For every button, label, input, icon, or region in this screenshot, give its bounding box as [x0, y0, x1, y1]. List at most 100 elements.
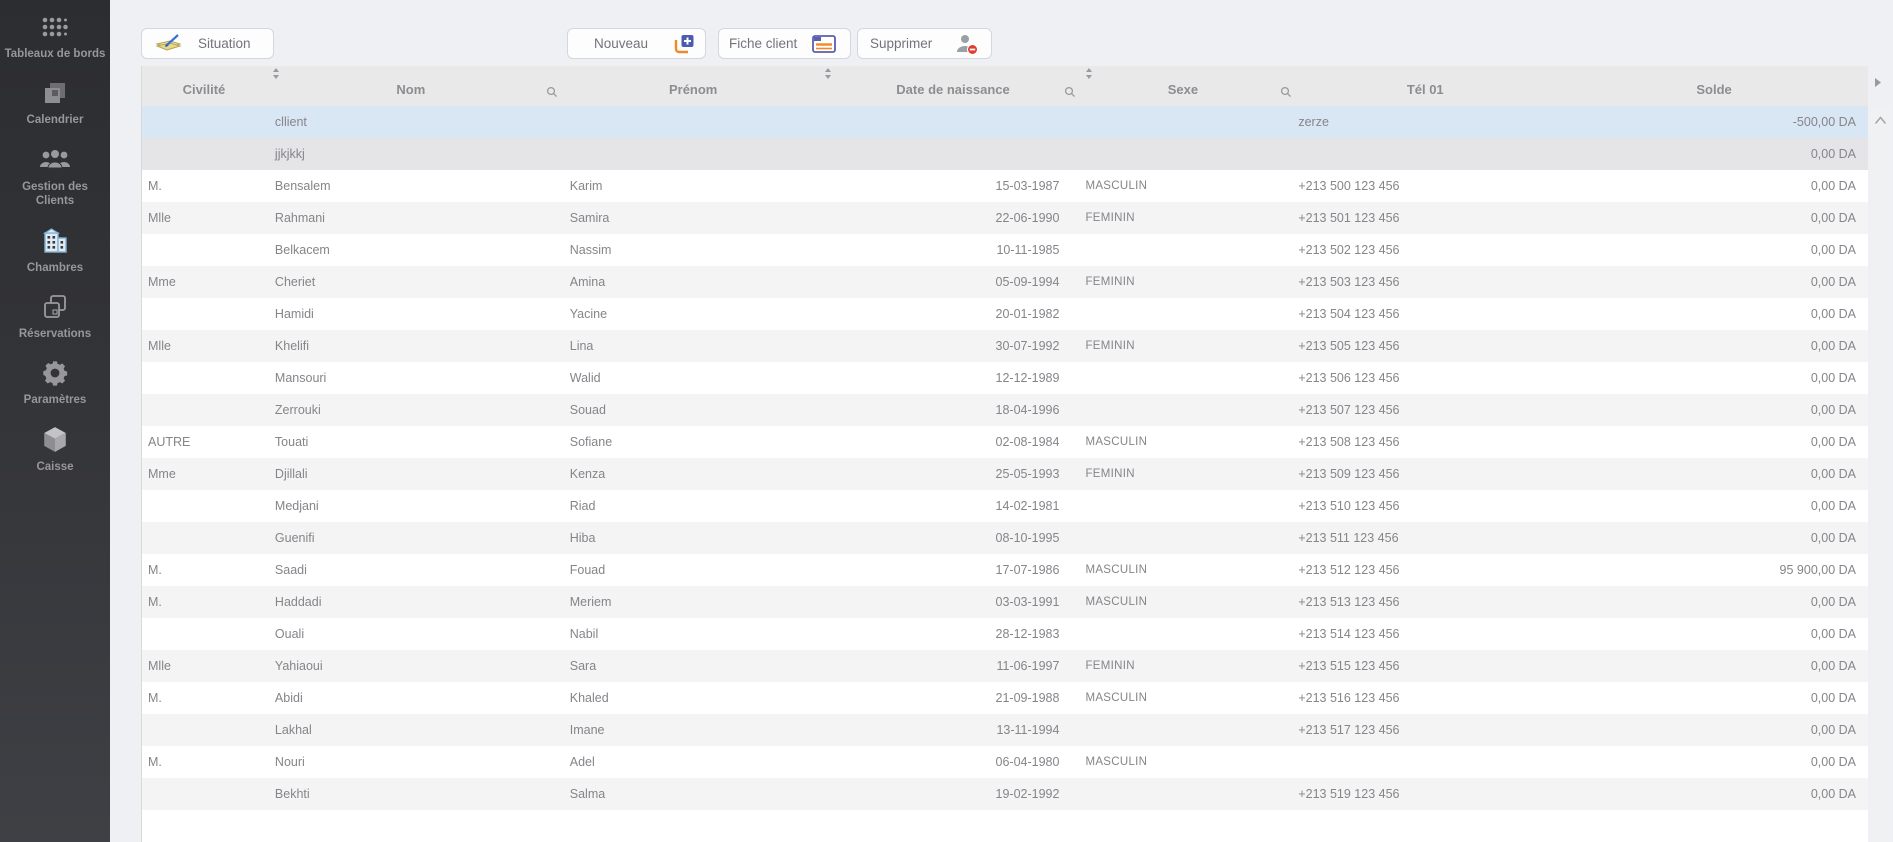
cell-naissance: 18-04-1996	[831, 394, 1076, 426]
cell-naissance: 25-05-1993	[831, 458, 1076, 490]
cell-sexe: FEMININ	[1075, 330, 1290, 362]
table-row[interactable]: M.NouriAdel06-04-1980MASCULIN0,00 DA	[142, 746, 1868, 778]
table-row[interactable]: AUTRETouatiSofiane02-08-1984MASCULIN+213…	[142, 426, 1868, 458]
remove-user-icon	[955, 33, 979, 55]
gear-icon	[41, 358, 69, 388]
cell-solde: 0,00 DA	[1560, 522, 1868, 554]
sidebar-item-reservations[interactable]: Réservations	[0, 292, 110, 341]
vertical-scrollbar[interactable]	[1870, 106, 1891, 842]
cell-tel	[1290, 138, 1560, 170]
filter-search-icon[interactable]	[546, 86, 558, 98]
filter-search-icon[interactable]	[1064, 86, 1076, 98]
cell-nom: Abidi	[266, 682, 556, 714]
table-row[interactable]: ZerroukiSouad18-04-1996+213 507 123 4560…	[142, 394, 1868, 426]
table-row[interactable]: M.HaddadiMeriem03-03-1991MASCULIN+213 51…	[142, 586, 1868, 618]
cell-naissance: 19-02-1992	[831, 778, 1076, 810]
cell-prenom: Riad	[556, 490, 831, 522]
table-row[interactable]: BekhtiSalma19-02-1992+213 519 123 4560,0…	[142, 778, 1868, 810]
cell-prenom	[556, 138, 831, 170]
column-header-prenom[interactable]: Prénom	[556, 66, 831, 106]
cell-sexe: MASCULIN	[1075, 586, 1290, 618]
cell-solde: 0,00 DA	[1560, 202, 1868, 234]
table-row[interactable]: MedjaniRiad14-02-1981+213 510 123 4560,0…	[142, 490, 1868, 522]
table-row[interactable]: MlleRahmaniSamira22-06-1990FEMININ+213 5…	[142, 202, 1868, 234]
cell-nom: Mansouri	[266, 362, 556, 394]
cell-nom: Touati	[266, 426, 556, 458]
cell-naissance: 21-09-1988	[831, 682, 1076, 714]
cell-nom: Bensalem	[266, 170, 556, 202]
supprimer-button[interactable]: Supprimer	[857, 28, 992, 59]
table-row[interactable]: M.SaadiFouad17-07-1986MASCULIN+213 512 1…	[142, 554, 1868, 586]
table-row[interactable]: jjkjkkj0,00 DA	[142, 138, 1868, 170]
sidebar-item-caisse[interactable]: Caisse	[0, 425, 110, 474]
header-overflow-arrow-icon[interactable]	[1874, 78, 1881, 87]
cell-civilite: Mme	[142, 266, 266, 298]
sidebar-item-label: Paramètres	[20, 393, 91, 407]
column-header-naissance[interactable]: Date de naissance	[831, 66, 1076, 106]
cell-solde: 0,00 DA	[1560, 778, 1868, 810]
sidebar-item-parametres[interactable]: Paramètres	[0, 358, 110, 407]
cell-sexe: MASCULIN	[1075, 554, 1290, 586]
table-row[interactable]: GuenifiHiba08-10-1995+213 511 123 4560,0…	[142, 522, 1868, 554]
cell-sexe	[1075, 490, 1290, 522]
cell-nom: Cheriet	[266, 266, 556, 298]
cell-solde: 0,00 DA	[1560, 714, 1868, 746]
table-row[interactable]: M.AbidiKhaled21-09-1988MASCULIN+213 516 …	[142, 682, 1868, 714]
cell-prenom: Khaled	[556, 682, 831, 714]
scroll-up-icon[interactable]	[1874, 112, 1887, 130]
cell-tel: +213 513 123 456	[1290, 586, 1560, 618]
cell-civilite	[142, 298, 266, 330]
cell-civilite	[142, 714, 266, 746]
sort-arrows-icon[interactable]	[272, 68, 280, 79]
cell-solde: 0,00 DA	[1560, 490, 1868, 522]
sidebar-item-label: Chambres	[23, 261, 87, 275]
sidebar-item-label: Gestion des Clients	[0, 180, 110, 209]
table-row[interactable]: cllientzerze-500,00 DA	[142, 106, 1868, 138]
column-header-civilite[interactable]: Civilité	[142, 66, 266, 106]
cell-civilite	[142, 362, 266, 394]
cell-prenom: Lina	[556, 330, 831, 362]
cell-prenom: Walid	[556, 362, 831, 394]
table-row[interactable]: OualiNabil28-12-1983+213 514 123 4560,00…	[142, 618, 1868, 650]
cell-nom: Yahiaoui	[266, 650, 556, 682]
cell-prenom: Nassim	[556, 234, 831, 266]
column-header-tel[interactable]: Tél 01	[1290, 66, 1560, 106]
fiche-client-button[interactable]: Fiche client	[718, 28, 851, 59]
cell-civilite	[142, 106, 266, 138]
cell-naissance	[831, 138, 1076, 170]
cell-prenom: Nabil	[556, 618, 831, 650]
cell-naissance: 28-12-1983	[831, 618, 1076, 650]
cell-sexe	[1075, 778, 1290, 810]
cell-tel: zerze	[1290, 106, 1560, 138]
table-row[interactable]: MmeDjillaliKenza25-05-1993FEMININ+213 50…	[142, 458, 1868, 490]
table-row[interactable]: HamidiYacine20-01-1982+213 504 123 4560,…	[142, 298, 1868, 330]
cell-naissance: 12-12-1989	[831, 362, 1076, 394]
table-row[interactable]: MlleYahiaouiSara11-06-1997FEMININ+213 51…	[142, 650, 1868, 682]
column-header-solde[interactable]: Solde	[1560, 66, 1868, 106]
table-row[interactable]: MansouriWalid12-12-1989+213 506 123 4560…	[142, 362, 1868, 394]
cell-tel	[1290, 746, 1560, 778]
cell-sexe	[1075, 138, 1290, 170]
filter-search-icon[interactable]	[1280, 86, 1292, 98]
sidebar-item-calendrier[interactable]: Calendrier	[0, 78, 110, 127]
cell-tel: +213 501 123 456	[1290, 202, 1560, 234]
cell-tel: +213 503 123 456	[1290, 266, 1560, 298]
table-row[interactable]: LakhalImane13-11-1994+213 517 123 4560,0…	[142, 714, 1868, 746]
cell-civilite: M.	[142, 554, 266, 586]
cell-solde: 0,00 DA	[1560, 266, 1868, 298]
cell-naissance: 14-02-1981	[831, 490, 1076, 522]
cell-nom: Zerrouki	[266, 394, 556, 426]
sort-arrows-icon[interactable]	[1085, 68, 1093, 79]
column-header-sexe[interactable]: Sexe	[1075, 66, 1290, 106]
sidebar-item-gestion-des-clients[interactable]: Gestion des Clients	[0, 145, 110, 209]
table-row[interactable]: BelkacemNassim10-11-1985+213 502 123 456…	[142, 234, 1868, 266]
situation-button[interactable]: Situation	[141, 28, 274, 59]
sort-arrows-icon[interactable]	[824, 68, 832, 79]
table-row[interactable]: MmeCherietAmina05-09-1994FEMININ+213 503…	[142, 266, 1868, 298]
table-row[interactable]: MlleKhelifiLina30-07-1992FEMININ+213 505…	[142, 330, 1868, 362]
column-header-nom[interactable]: Nom	[266, 66, 556, 106]
nouveau-button[interactable]: Nouveau	[567, 28, 706, 59]
sidebar-item-chambres[interactable]: Chambres	[0, 226, 110, 275]
table-row[interactable]: M.BensalemKarim15-03-1987MASCULIN+213 50…	[142, 170, 1868, 202]
sidebar-item-tableaux-de-bords[interactable]: Tableaux de bords	[0, 12, 110, 61]
